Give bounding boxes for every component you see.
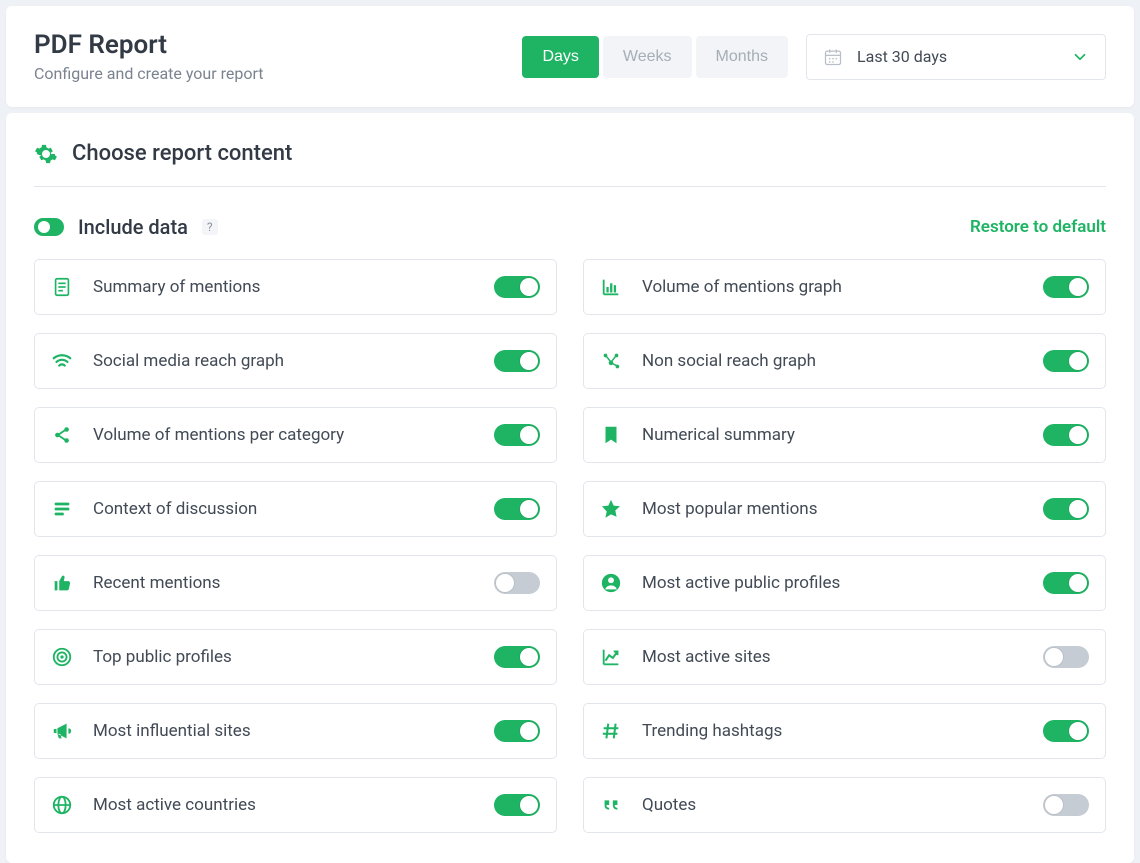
report-item-label: Recent mentions xyxy=(93,573,220,593)
target-icon xyxy=(51,646,73,668)
restore-default-link[interactable]: Restore to default xyxy=(970,217,1106,237)
bookmark-icon xyxy=(600,424,622,446)
report-item-toggle-active-countries[interactable] xyxy=(494,794,540,816)
report-item-label: Most active public profiles xyxy=(642,573,840,593)
report-item-label: Context of discussion xyxy=(93,499,257,519)
report-item-toggle-numerical-summary[interactable] xyxy=(1043,424,1089,446)
report-item-toggle-volume-mentions-graph[interactable] xyxy=(1043,276,1089,298)
lines-icon xyxy=(51,498,73,520)
report-content-panel: Choose report content Include data ? Res… xyxy=(6,113,1134,863)
report-item-toggle-influential-sites[interactable] xyxy=(494,720,540,742)
page-title: PDF Report xyxy=(34,30,264,60)
page-header: PDF Report Configure and create your rep… xyxy=(6,6,1134,107)
gear-icon xyxy=(34,142,58,166)
report-item-active-sites: Most active sites xyxy=(583,629,1106,685)
report-item-toggle-recent-mentions[interactable] xyxy=(494,572,540,594)
help-icon[interactable]: ? xyxy=(202,219,218,235)
chevron-down-icon xyxy=(1071,48,1089,66)
report-item-toggle-active-sites[interactable] xyxy=(1043,646,1089,668)
report-item-non-social-reach-graph: Non social reach graph xyxy=(583,333,1106,389)
section-title: Choose report content xyxy=(72,141,292,166)
quote-icon xyxy=(600,794,622,816)
report-item-toggle-active-public-profiles[interactable] xyxy=(1043,572,1089,594)
report-item-numerical-summary: Numerical summary xyxy=(583,407,1106,463)
report-items-grid: Summary of mentions Volume of mentions g… xyxy=(34,259,1106,833)
report-item-label: Social media reach graph xyxy=(93,351,284,371)
title-block: PDF Report Configure and create your rep… xyxy=(34,30,264,83)
report-item-label: Quotes xyxy=(642,795,696,815)
report-item-toggle-volume-per-category[interactable] xyxy=(494,424,540,446)
report-item-quotes: Quotes xyxy=(583,777,1106,833)
report-item-active-public-profiles: Most active public profiles xyxy=(583,555,1106,611)
report-item-volume-mentions-graph: Volume of mentions graph xyxy=(583,259,1106,315)
report-item-trending-hashtags: Trending hashtags xyxy=(583,703,1106,759)
include-data-label: Include data xyxy=(78,215,188,239)
report-item-label: Volume of mentions per category xyxy=(93,425,344,445)
report-item-label: Numerical summary xyxy=(642,425,795,445)
report-item-toggle-non-social-reach-graph[interactable] xyxy=(1043,350,1089,372)
report-item-label: Volume of mentions graph xyxy=(642,277,842,297)
page-subtitle: Configure and create your report xyxy=(34,64,264,83)
user-icon xyxy=(600,572,622,594)
hash-icon xyxy=(600,720,622,742)
granularity-days-button[interactable]: Days xyxy=(522,36,598,78)
star-icon xyxy=(600,498,622,520)
calendar-icon xyxy=(823,47,843,67)
report-item-social-reach-graph: Social media reach graph xyxy=(34,333,557,389)
granularity-segmented: Days Weeks Months xyxy=(522,36,788,78)
report-item-popular-mentions: Most popular mentions xyxy=(583,481,1106,537)
report-item-toggle-summary-mentions[interactable] xyxy=(494,276,540,298)
report-item-label: Most popular mentions xyxy=(642,499,817,519)
section-header: Choose report content xyxy=(34,131,1106,187)
report-item-toggle-top-public-profiles[interactable] xyxy=(494,646,540,668)
report-item-toggle-social-reach-graph[interactable] xyxy=(494,350,540,372)
report-item-toggle-quotes[interactable] xyxy=(1043,794,1089,816)
report-item-toggle-context-discussion[interactable] xyxy=(494,498,540,520)
report-item-context-discussion: Context of discussion xyxy=(34,481,557,537)
include-data-row: Include data ? Restore to default xyxy=(34,215,1106,239)
line-chart-icon xyxy=(600,646,622,668)
granularity-months-button[interactable]: Months xyxy=(696,36,788,78)
include-data-toggle[interactable] xyxy=(34,218,64,236)
report-item-label: Trending hashtags xyxy=(642,721,782,741)
report-item-volume-per-category: Volume of mentions per category xyxy=(34,407,557,463)
granularity-weeks-button[interactable]: Weeks xyxy=(603,36,692,78)
report-item-label: Most active countries xyxy=(93,795,256,815)
wifi-icon xyxy=(51,350,73,372)
report-item-toggle-popular-mentions[interactable] xyxy=(1043,498,1089,520)
report-item-recent-mentions: Recent mentions xyxy=(34,555,557,611)
report-item-label: Most active sites xyxy=(642,647,771,667)
thumb-icon xyxy=(51,572,73,594)
report-item-toggle-trending-hashtags[interactable] xyxy=(1043,720,1089,742)
share-icon xyxy=(51,424,73,446)
report-item-top-public-profiles: Top public profiles xyxy=(34,629,557,685)
report-item-label: Most influential sites xyxy=(93,721,251,741)
bar-chart-icon xyxy=(600,276,622,298)
header-controls: Days Weeks Months Last 30 days xyxy=(522,34,1106,80)
report-item-label: Non social reach graph xyxy=(642,351,816,371)
report-item-summary-mentions: Summary of mentions xyxy=(34,259,557,315)
report-item-influential-sites: Most influential sites xyxy=(34,703,557,759)
network-icon xyxy=(600,350,622,372)
megaphone-icon xyxy=(51,720,73,742)
date-range-picker[interactable]: Last 30 days xyxy=(806,34,1106,80)
file-icon xyxy=(51,276,73,298)
report-item-label: Top public profiles xyxy=(93,647,232,667)
date-range-label: Last 30 days xyxy=(857,47,947,66)
globe-icon xyxy=(51,794,73,816)
report-item-label: Summary of mentions xyxy=(93,277,260,297)
report-item-active-countries: Most active countries xyxy=(34,777,557,833)
